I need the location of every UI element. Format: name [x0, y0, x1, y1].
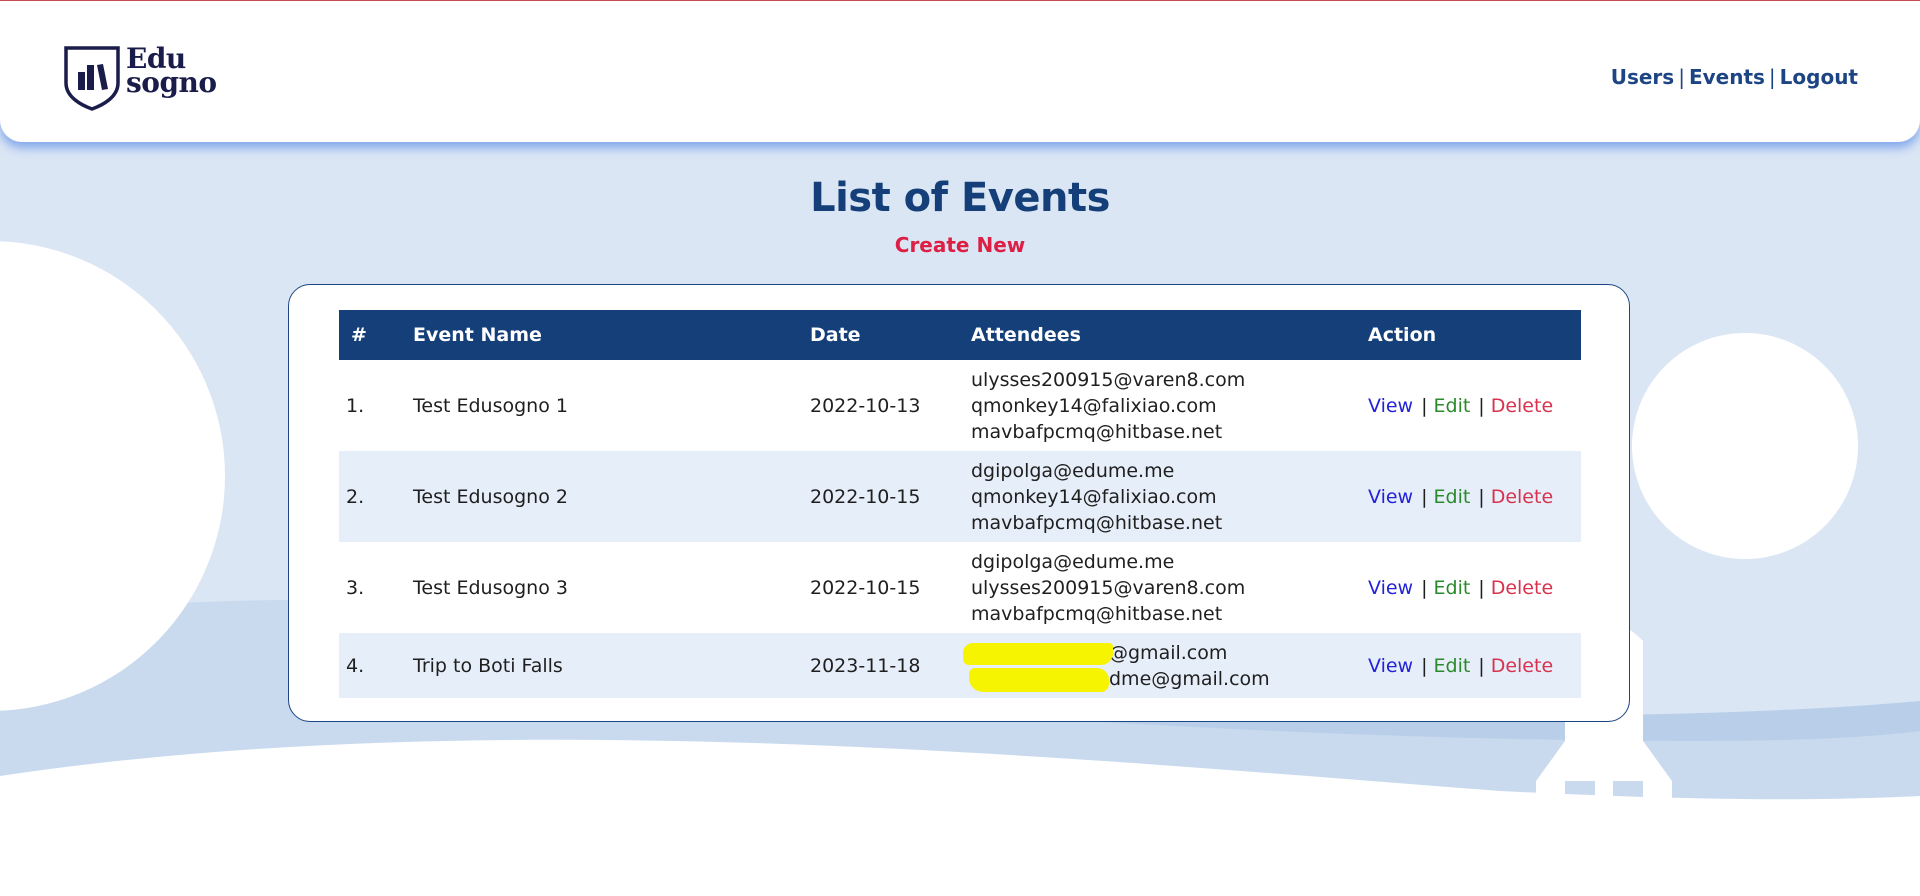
attendee-email: ulysses200915@varen8.com: [971, 368, 1246, 391]
attendee-email: @gmail.com: [1109, 641, 1228, 664]
edit-link[interactable]: Edit: [1434, 395, 1471, 417]
header-event-name: Event Name: [413, 324, 542, 346]
action-separator: |: [1421, 394, 1428, 417]
edit-link[interactable]: Edit: [1434, 655, 1471, 677]
row-actions: View | Edit | Delete: [1368, 633, 1581, 698]
event-name: Trip to Boti Falls: [413, 654, 563, 677]
attendee-email: dme@gmail.com: [1109, 667, 1270, 690]
nav-separator: |: [1768, 65, 1776, 89]
header-date: Date: [810, 324, 861, 346]
view-link[interactable]: View: [1368, 655, 1413, 677]
attendees-list: dgipolga@edume.me qmonkey14@falixiao.com…: [971, 451, 1368, 542]
event-date: 2023-11-18: [810, 654, 921, 677]
edit-link[interactable]: Edit: [1434, 486, 1471, 508]
page-title: List of Events: [810, 175, 1110, 221]
nav-events-link[interactable]: Events: [1689, 65, 1765, 89]
row-number: 2.: [346, 485, 365, 508]
attendee-email: qmonkey14@falixiao.com: [971, 394, 1217, 417]
attendees-list: ulysses200915@varen8.com qmonkey14@falix…: [971, 360, 1368, 451]
event-name: Test Edusogno 3: [413, 576, 568, 599]
row-number: 4.: [346, 654, 365, 677]
events-table: # Event Name Date Attendees Action 1. Te…: [339, 310, 1581, 698]
view-link[interactable]: View: [1368, 486, 1413, 508]
edit-link[interactable]: Edit: [1434, 577, 1471, 599]
action-separator: |: [1478, 394, 1485, 417]
action-separator: |: [1478, 485, 1485, 508]
view-link[interactable]: View: [1368, 577, 1413, 599]
attendee-email: dgipolga@edume.me: [971, 459, 1175, 482]
main-nav: Users | Events | Logout: [1611, 65, 1858, 89]
top-header: Edu sogno Users | Events | Logout: [0, 1, 1920, 142]
attendee-email: mavbafpcmq@hitbase.net: [971, 602, 1223, 625]
row-actions: View | Edit | Delete: [1368, 542, 1581, 633]
action-separator: |: [1421, 576, 1428, 599]
event-name: Test Edusogno 1: [413, 394, 568, 417]
row-actions: View | Edit | Delete: [1368, 360, 1581, 451]
view-link[interactable]: View: [1368, 395, 1413, 417]
delete-link[interactable]: Delete: [1491, 655, 1553, 677]
action-separator: |: [1421, 485, 1428, 508]
header-number: #: [351, 324, 367, 346]
redaction-mark: [963, 642, 1113, 665]
attendee-email: mavbafpcmq@hitbase.net: [971, 511, 1223, 534]
attendees-list: dgipolga@edume.me ulysses200915@varen8.c…: [971, 542, 1368, 633]
table-row: 4. Trip to Boti Falls 2023-11-18 @gmail.…: [339, 633, 1581, 698]
logo-line-2: sogno: [126, 66, 217, 99]
attendee-email: dgipolga@edume.me: [971, 550, 1175, 573]
attendee-email: qmonkey14@falixiao.com: [971, 485, 1217, 508]
action-separator: |: [1478, 576, 1485, 599]
edusogno-logo[interactable]: Edu sogno: [63, 45, 223, 113]
attendee-email: mavbafpcmq@hitbase.net: [971, 420, 1223, 443]
event-date: 2022-10-15: [810, 576, 921, 599]
action-separator: |: [1421, 654, 1428, 677]
attendee-email-redacted: dme@gmail.com: [969, 666, 1368, 692]
nav-users-link[interactable]: Users: [1611, 65, 1674, 89]
right-circle: [1632, 333, 1858, 559]
table-row: 2. Test Edusogno 2 2022-10-15 dgipolga@e…: [339, 451, 1581, 542]
shield-books-icon: [64, 46, 120, 111]
create-new-container: Create New: [0, 233, 1920, 257]
delete-link[interactable]: Delete: [1491, 577, 1553, 599]
redaction-mark: [969, 667, 1109, 692]
delete-link[interactable]: Delete: [1491, 486, 1553, 508]
event-date: 2022-10-13: [810, 394, 921, 417]
nav-separator: |: [1678, 65, 1685, 89]
event-name: Test Edusogno 2: [413, 485, 568, 508]
table-row: 3. Test Edusogno 3 2022-10-15 dgipolga@e…: [339, 542, 1581, 633]
nav-logout-link[interactable]: Logout: [1780, 65, 1858, 89]
delete-link[interactable]: Delete: [1491, 395, 1553, 417]
attendee-email: ulysses200915@varen8.com: [971, 576, 1246, 599]
create-new-link[interactable]: Create New: [895, 233, 1025, 257]
attendee-email-redacted: @gmail.com: [963, 640, 1368, 666]
event-date: 2022-10-15: [810, 485, 921, 508]
header-action: Action: [1368, 324, 1437, 346]
table-header-row: # Event Name Date Attendees Action: [339, 310, 1581, 360]
header-attendees: Attendees: [971, 324, 1081, 346]
row-actions: View | Edit | Delete: [1368, 451, 1581, 542]
action-separator: |: [1478, 654, 1485, 677]
row-number: 1.: [346, 394, 365, 417]
attendees-list: @gmail.com dme@gmail.com: [963, 633, 1368, 698]
row-number: 3.: [346, 576, 365, 599]
table-row: 1. Test Edusogno 1 2022-10-13 ulysses200…: [339, 360, 1581, 451]
events-card: # Event Name Date Attendees Action 1. Te…: [288, 284, 1630, 722]
